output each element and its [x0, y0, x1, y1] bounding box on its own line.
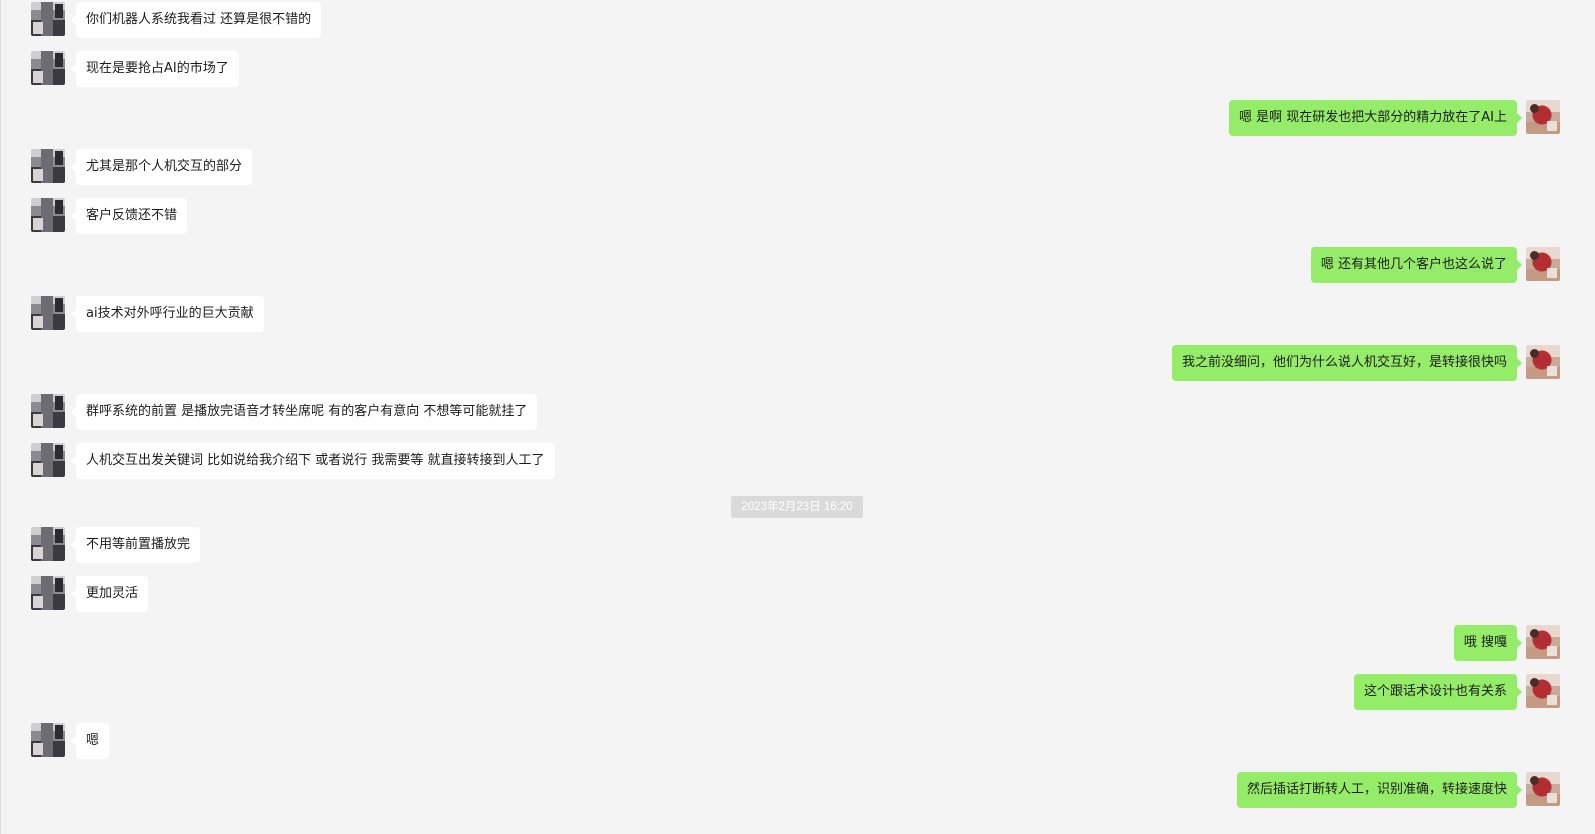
contact-avatar-icon[interactable] — [31, 2, 65, 36]
contact-avatar-icon[interactable] — [31, 576, 65, 610]
contact-avatar-icon[interactable] — [31, 296, 65, 330]
outgoing-message: 然后插话打断转人工，识别准确，转接速度快 — [1, 772, 1595, 808]
self-avatar-icon[interactable] — [1526, 345, 1560, 379]
incoming-message: 人机交互出发关键词 比如说给我介绍下 或者说行 我需要等 就直接转接到人工了 — [1, 443, 1595, 479]
contact-avatar-icon[interactable] — [31, 527, 65, 561]
incoming-message: 不用等前置播放完 — [1, 527, 1595, 563]
message-bubble[interactable]: 这个跟话术设计也有关系 — [1353, 674, 1523, 710]
message-bubble[interactable]: 嗯 — [70, 723, 110, 759]
outgoing-message: 哦 搜嘎 — [1, 625, 1595, 661]
message-bubble[interactable]: 现在是要抢占AI的市场了 — [71, 51, 239, 87]
message-bubble[interactable]: 更加灵活 — [70, 576, 149, 612]
message-bubble[interactable]: 我之前没细问，他们为什么说人机交互好，是转接很快吗 — [1171, 345, 1523, 381]
message-bubble[interactable]: 然后插话打断转人工，识别准确，转接速度快 — [1236, 772, 1523, 808]
incoming-message: 嗯 — [1, 723, 1595, 759]
message-bubble[interactable]: 群呼系统的前置 是播放完语音才转坐席呢 有的客户有意向 不想等可能就挂了 — [70, 394, 538, 430]
self-avatar-icon[interactable] — [1526, 247, 1560, 281]
message-bubble[interactable]: ai技术对外呼行业的巨大贡献 — [71, 296, 264, 332]
message-bubble[interactable]: 客户反馈还不错 — [70, 198, 188, 234]
message-list[interactable]: 你们机器人系统我看过 还算是很不错的 现在是要抢占AI的市场了嗯 是啊 现在研发也… — [1, 0, 1595, 834]
incoming-message: 现在是要抢占AI的市场了 — [1, 51, 1595, 87]
contact-avatar-icon[interactable] — [31, 443, 65, 477]
contact-avatar-icon[interactable] — [31, 198, 65, 232]
contact-avatar-icon[interactable] — [31, 149, 65, 183]
message-bubble[interactable]: 人机交互出发关键词 比如说给我介绍下 或者说行 我需要等 就直接转接到人工了 — [71, 443, 555, 479]
self-avatar-icon[interactable] — [1526, 674, 1560, 708]
outgoing-message: 我之前没细问，他们为什么说人机交互好，是转接很快吗 — [1, 345, 1595, 381]
message-bubble[interactable]: 嗯 还有其他几个客户也这么说了 — [1310, 247, 1523, 283]
message-bubble[interactable]: 哦 搜嘎 — [1453, 625, 1523, 661]
incoming-message: 更加灵活 — [1, 576, 1595, 612]
outgoing-message: 嗯 是啊 现在研发也把大部分的精力放在了AI上 — [1, 100, 1595, 136]
self-avatar-icon[interactable] — [1526, 772, 1560, 806]
message-bubble[interactable]: 尤其是那个人机交互的部分 — [70, 149, 253, 185]
contact-avatar-icon[interactable] — [31, 723, 65, 757]
incoming-message: ai技术对外呼行业的巨大贡献 — [1, 296, 1595, 332]
incoming-message: 客户反馈还不错 — [1, 198, 1595, 234]
contact-avatar-icon[interactable] — [31, 394, 65, 428]
timestamp-divider: 2023年2月23日 16:20 — [731, 496, 863, 518]
chat-window: 你们机器人系统我看过 还算是很不错的 现在是要抢占AI的市场了嗯 是啊 现在研发也… — [0, 0, 1595, 834]
self-avatar-icon[interactable] — [1526, 625, 1560, 659]
message-bubble[interactable]: 你们机器人系统我看过 还算是很不错的 — [70, 2, 322, 38]
contact-avatar-icon[interactable] — [31, 51, 65, 85]
outgoing-message: 这个跟话术设计也有关系 — [1, 674, 1595, 710]
incoming-message: 群呼系统的前置 是播放完语音才转坐席呢 有的客户有意向 不想等可能就挂了 — [1, 394, 1595, 430]
self-avatar-icon[interactable] — [1526, 100, 1560, 134]
incoming-message: 你们机器人系统我看过 还算是很不错的 — [1, 2, 1595, 38]
message-bubble[interactable]: 不用等前置播放完 — [70, 527, 201, 563]
incoming-message: 尤其是那个人机交互的部分 — [1, 149, 1595, 185]
message-bubble[interactable]: 嗯 是啊 现在研发也把大部分的精力放在了AI上 — [1229, 100, 1522, 136]
outgoing-message: 嗯 还有其他几个客户也这么说了 — [1, 247, 1595, 283]
